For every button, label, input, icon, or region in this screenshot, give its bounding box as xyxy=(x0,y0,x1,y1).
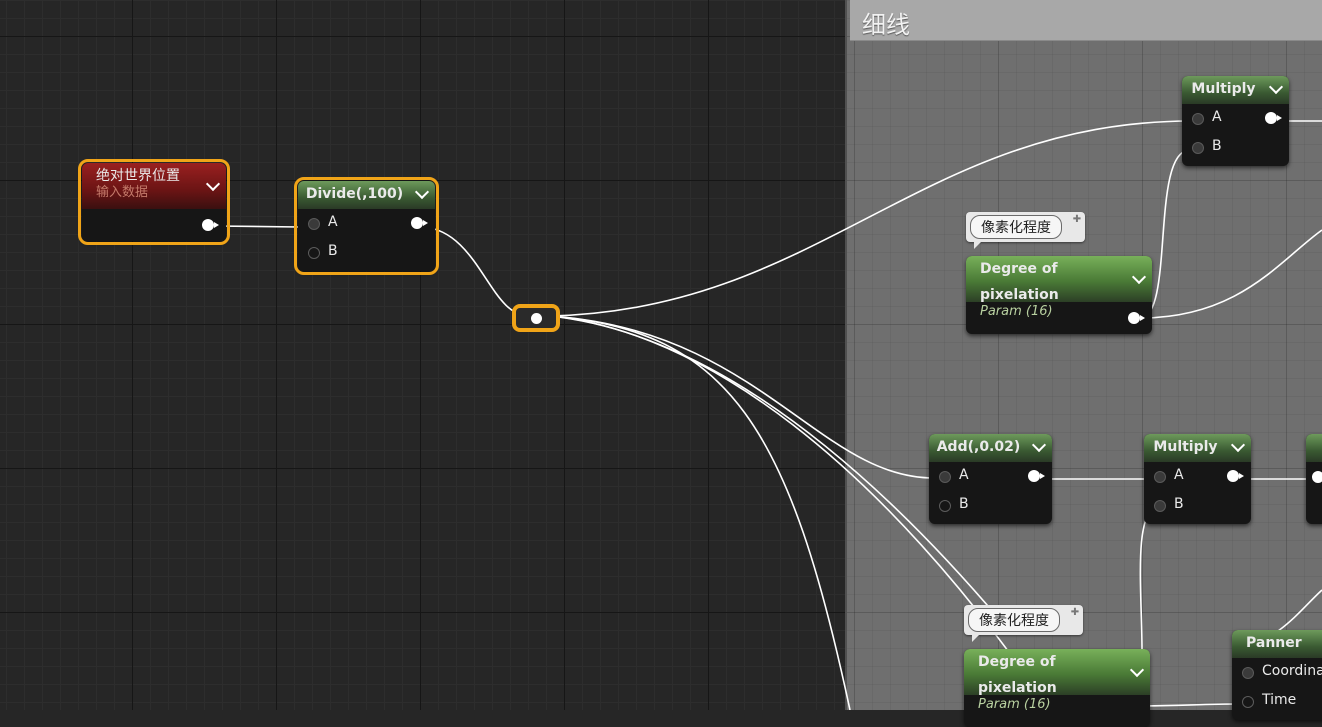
node-subtitle: 输入数据 xyxy=(96,185,149,200)
pin-label-coordinate: Coordinat xyxy=(1262,663,1322,679)
wire-reroute-down-1 xyxy=(549,315,851,710)
reroute-pin[interactable] xyxy=(531,313,542,324)
chevron-down-icon[interactable] xyxy=(1268,79,1284,95)
input-pin-b[interactable] xyxy=(939,500,951,512)
output-pin[interactable] xyxy=(1227,470,1244,482)
input-pin-b[interactable] xyxy=(308,247,320,259)
node-subtitle: Param (16) xyxy=(978,697,1051,712)
node-title: Divide(,100) xyxy=(305,186,404,202)
node-multiply-top[interactable]: Multiply A B xyxy=(1182,76,1289,166)
node-multiply-mid[interactable]: Multiply A B xyxy=(1144,434,1251,524)
pin-label-b: B xyxy=(1174,496,1184,512)
node-comment-bubble[interactable]: 像素化程度 ✚ xyxy=(964,605,1084,642)
pin-label-b: B xyxy=(959,496,969,512)
pin-label-a: A xyxy=(959,467,969,483)
wire-world-to-divide xyxy=(213,225,301,228)
input-pin-time[interactable] xyxy=(1242,696,1254,708)
input-pin-a[interactable] xyxy=(308,218,320,230)
input-pin-b[interactable] xyxy=(1192,142,1204,154)
pin-icon[interactable]: ✚ xyxy=(1071,607,1079,618)
pin-label-time: Time xyxy=(1262,692,1297,708)
node-comment-text: 像素化程度 xyxy=(968,608,1060,632)
wire-divide-to-reroute xyxy=(423,226,531,317)
pin-label-b: B xyxy=(328,243,338,259)
output-pin[interactable] xyxy=(202,219,219,231)
chevron-down-icon[interactable] xyxy=(205,176,221,192)
output-pin[interactable] xyxy=(1128,312,1145,324)
pin-icon[interactable]: ✚ xyxy=(1073,214,1081,225)
input-pin-a[interactable] xyxy=(1154,471,1166,483)
output-pin[interactable] xyxy=(411,217,428,229)
node-add[interactable]: Add(,0.02) A B xyxy=(929,434,1052,524)
chevron-down-icon[interactable] xyxy=(1230,437,1246,453)
node-degree-of-pixelation-bottom[interactable]: Degree of pixelation Param (16) xyxy=(964,649,1150,727)
input-pin-a[interactable] xyxy=(1312,471,1322,483)
node-absolute-world-position[interactable]: 绝对世界位置 输入数据 xyxy=(78,159,230,245)
input-pin-coordinate[interactable] xyxy=(1242,667,1254,679)
input-pin-a[interactable] xyxy=(939,471,951,483)
pin-label-a: A xyxy=(1174,467,1184,483)
reroute-node[interactable] xyxy=(512,304,560,332)
node-title: Panner xyxy=(1246,635,1302,651)
pin-label-a: A xyxy=(1212,109,1222,125)
output-pin[interactable] xyxy=(1028,470,1045,482)
chevron-down-icon[interactable] xyxy=(1031,437,1047,453)
node-title: Multiply xyxy=(1153,439,1218,455)
wire-reroute-to-add xyxy=(549,315,937,479)
output-pin[interactable] xyxy=(1265,112,1282,124)
node-degree-of-pixelation-top[interactable]: Degree of pixelation Param (16) xyxy=(966,256,1152,334)
node-panner[interactable]: Panner Coordinat Time xyxy=(1232,630,1322,720)
pin-label-b: B xyxy=(1212,138,1222,154)
chevron-down-icon[interactable] xyxy=(414,184,430,200)
node-title: Add(,0.02) xyxy=(936,439,1021,455)
input-pin-b[interactable] xyxy=(1154,500,1166,512)
pin-label-a: A xyxy=(328,214,338,230)
node-title: Degree of pixelation xyxy=(978,654,1057,696)
wire-layer xyxy=(213,120,1322,710)
chevron-down-icon[interactable] xyxy=(1129,662,1145,678)
node-title: Degree of pixelation xyxy=(980,261,1059,303)
wire-param-top-out xyxy=(1139,229,1322,319)
node-offscreen-right[interactable] xyxy=(1306,434,1322,524)
node-comment-text: 像素化程度 xyxy=(970,215,1062,239)
node-title: Multiply xyxy=(1191,81,1256,97)
input-pin-a[interactable] xyxy=(1192,113,1204,125)
chevron-down-icon[interactable] xyxy=(1131,269,1147,285)
node-comment-bubble[interactable]: 像素化程度 ✚ xyxy=(966,212,1086,249)
node-divide[interactable]: Divide(,100) A B xyxy=(294,177,439,275)
